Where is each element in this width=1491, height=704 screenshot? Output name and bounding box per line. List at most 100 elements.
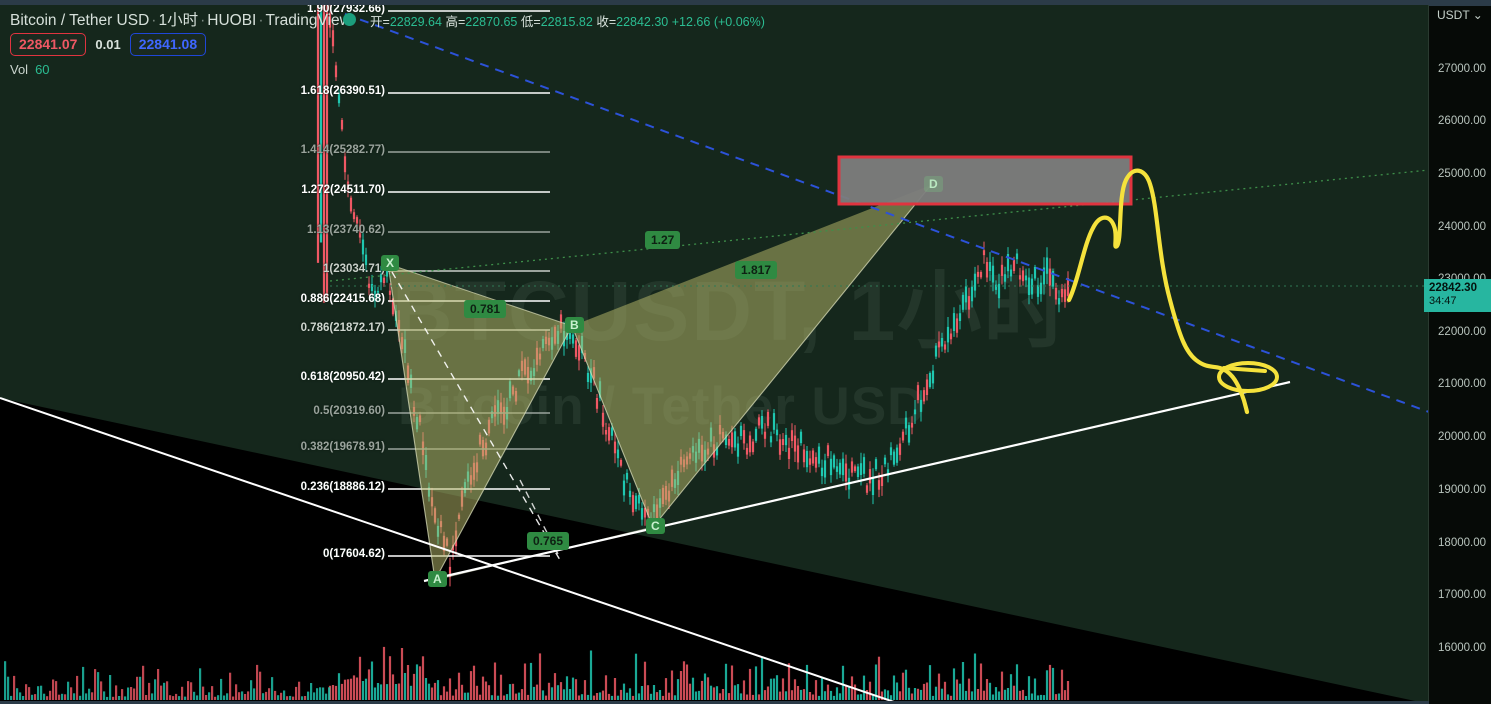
volume-bar bbox=[442, 686, 446, 700]
candle-body bbox=[889, 447, 893, 456]
open-label: 开= bbox=[370, 15, 390, 29]
candle-body bbox=[781, 439, 785, 445]
volume-bar bbox=[1033, 678, 1037, 700]
symbol-title-line[interactable]: Bitcoin / Tether USD · 1小时 · HUOBI · TradingVi… bbox=[10, 8, 351, 30]
current-price-badge: 22842.30 34:47 bbox=[1424, 279, 1491, 312]
volume-bar bbox=[565, 676, 569, 700]
volume-bar bbox=[781, 678, 785, 700]
volume-bar bbox=[499, 674, 503, 700]
candle-body bbox=[988, 261, 992, 271]
volume-bar bbox=[412, 673, 416, 700]
volume-bar bbox=[10, 695, 13, 700]
candle-body bbox=[973, 273, 977, 291]
volume-bar bbox=[109, 675, 112, 700]
candle-body bbox=[910, 422, 914, 428]
volume-bar bbox=[28, 687, 31, 700]
volume-bar bbox=[373, 687, 377, 700]
volume-bar bbox=[259, 671, 262, 700]
candle-body bbox=[814, 457, 818, 468]
candle-body bbox=[991, 265, 995, 283]
volume-bar bbox=[892, 675, 896, 700]
volume-bar bbox=[1063, 690, 1067, 700]
candle-body bbox=[742, 430, 746, 444]
price-tick: 27000.00 bbox=[1438, 63, 1486, 75]
candle-body bbox=[1018, 275, 1022, 280]
volume-bar bbox=[292, 696, 295, 700]
interval-label[interactable]: 1小时 bbox=[158, 12, 198, 29]
volume-bar bbox=[118, 696, 121, 700]
volume-bar bbox=[238, 692, 241, 700]
volume-bar bbox=[397, 683, 401, 700]
volume-bar bbox=[655, 692, 659, 700]
volume-bar bbox=[439, 695, 443, 700]
volume-bar bbox=[82, 666, 85, 700]
volume-bar bbox=[727, 693, 731, 700]
candle-body bbox=[868, 469, 872, 484]
volume-bar bbox=[55, 681, 58, 700]
ask-price[interactable]: 22841.08 bbox=[129, 33, 207, 56]
volume-bar bbox=[724, 663, 728, 700]
volume-bar bbox=[313, 692, 316, 700]
volume-bar bbox=[622, 683, 626, 700]
bid-ask-widget[interactable]: 22841.07 0.01 22841.08 bbox=[10, 33, 207, 56]
candle-body bbox=[919, 399, 923, 412]
volume-bar bbox=[127, 687, 130, 700]
volume-legend[interactable]: Vol 60 bbox=[10, 62, 50, 77]
volume-bar bbox=[799, 689, 803, 700]
volume-bar bbox=[454, 689, 458, 700]
chart-pane[interactable]: BTCUSDT, 1小时 Bitcoin / Tether USD bbox=[0, 0, 1429, 704]
chart-legend[interactable]: Bitcoin / Tether USD · 1小时 · HUOBI · TradingVi… bbox=[10, 8, 351, 30]
volume-bar bbox=[730, 665, 734, 700]
volume-bar bbox=[511, 683, 515, 700]
candle-body bbox=[964, 286, 968, 303]
price-axis[interactable]: USDT ⌄ 27000.00 26000.00 25000.00 24000.00 2… bbox=[1424, 0, 1491, 704]
bid-price[interactable]: 22841.07 bbox=[10, 33, 87, 56]
candle-body bbox=[823, 460, 827, 478]
volume-bar bbox=[97, 672, 100, 700]
fibonacci-level-label: 1.618(26390.51) bbox=[300, 85, 385, 97]
harmonic-point-d: D bbox=[924, 176, 943, 192]
volume-bar bbox=[625, 692, 629, 700]
harmonic-polygon-bcd bbox=[572, 185, 931, 527]
candle-body bbox=[898, 443, 902, 455]
volume-bar bbox=[103, 691, 106, 700]
volume-bar bbox=[232, 696, 235, 700]
volume-bar bbox=[853, 684, 857, 700]
volume-bar bbox=[91, 692, 94, 700]
volume-bar bbox=[421, 656, 425, 700]
candle-body bbox=[913, 409, 917, 415]
candle-body bbox=[622, 480, 626, 496]
volume-bar bbox=[1009, 674, 1013, 700]
price-axis-unit[interactable]: USDT ⌄ bbox=[1437, 8, 1483, 22]
volume-bar bbox=[4, 661, 7, 700]
volume-bar bbox=[811, 694, 815, 700]
volume-bar bbox=[463, 692, 467, 700]
chevron-down-icon[interactable]: ⌄ bbox=[1473, 8, 1483, 22]
volume-bar bbox=[364, 678, 368, 700]
volume-bar bbox=[286, 696, 289, 700]
candle-body bbox=[982, 250, 986, 256]
volume-bar bbox=[265, 691, 268, 700]
volume-bar bbox=[343, 679, 347, 700]
candle-body bbox=[343, 156, 347, 173]
candle-body bbox=[340, 120, 344, 130]
volume-bar bbox=[496, 695, 500, 700]
volume-bar bbox=[685, 664, 689, 700]
candle-body bbox=[844, 463, 848, 482]
price-tick: 19000.00 bbox=[1438, 484, 1486, 496]
volume-bar bbox=[592, 695, 596, 700]
candle-body bbox=[1033, 267, 1037, 279]
volume-bar bbox=[772, 678, 776, 700]
volume-bar bbox=[988, 682, 992, 700]
volume-bar bbox=[946, 694, 950, 700]
volume-bar bbox=[937, 673, 941, 700]
candle-body bbox=[862, 457, 866, 474]
volume-bar bbox=[508, 684, 512, 700]
volume-bar bbox=[493, 662, 497, 700]
volume-bar bbox=[400, 648, 404, 700]
volume-bar bbox=[649, 693, 653, 700]
volume-bar bbox=[187, 681, 190, 700]
volume-bar bbox=[7, 676, 10, 700]
volume-bar bbox=[895, 682, 899, 700]
volume-bar bbox=[169, 695, 172, 700]
